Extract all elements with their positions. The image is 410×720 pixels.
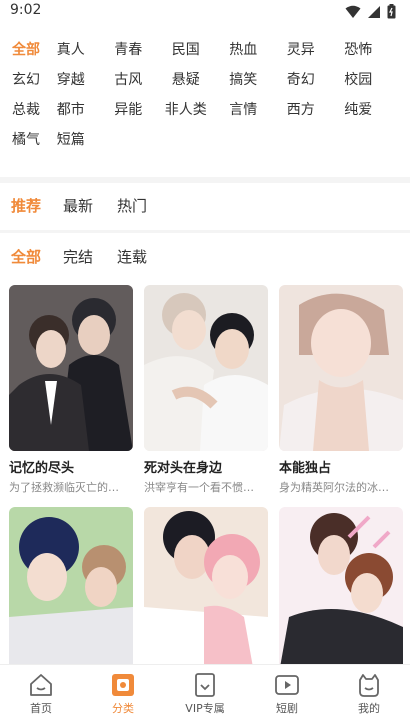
status-time: 9:02	[10, 2, 42, 18]
comic-cover[interactable]	[279, 285, 403, 451]
genre-grid: 全部 真人 青春 民国 热血 灵异 恐怖 玄幻 穿越 古风 悬疑 搞笑 奇幻 校…	[0, 34, 410, 154]
nav-category[interactable]: 分类	[82, 665, 164, 720]
section-divider	[0, 177, 410, 183]
genre-item[interactable]: 异能	[100, 99, 158, 119]
genre-item[interactable]: 搞笑	[215, 69, 273, 89]
status-all[interactable]: 全部	[11, 246, 41, 267]
genre-item[interactable]: 玄幻	[0, 69, 42, 89]
genre-row: 玄幻 穿越 古风 悬疑 搞笑 奇幻 校园	[0, 64, 410, 94]
comic-cover[interactable]	[144, 285, 268, 451]
genre-item[interactable]: 非人类	[157, 99, 215, 119]
comic-desc: 身为精英阿尔法的冰…	[279, 481, 389, 494]
genre-item[interactable]: 悬疑	[157, 69, 215, 89]
genre-row: 橘气 短篇	[0, 124, 410, 154]
comic-card[interactable]	[144, 507, 268, 682]
nav-label: 首页	[30, 702, 52, 715]
comic-title: 记忆的尽头	[9, 461, 75, 476]
genre-item[interactable]: 都市	[42, 99, 100, 119]
comic-card[interactable]: 死对头在身边 洪宰亨有一个看不惯…	[144, 285, 268, 495]
genre-item[interactable]: 言情	[215, 99, 273, 119]
comic-cover[interactable]	[9, 507, 133, 673]
nav-vip[interactable]: VIP专属	[164, 665, 246, 720]
comic-cover[interactable]	[279, 507, 403, 673]
comic-desc: 为了拯救濒临灭亡的…	[9, 481, 119, 494]
section-divider	[0, 230, 410, 233]
battery-icon	[387, 4, 396, 19]
category-icon	[112, 674, 134, 696]
genre-item[interactable]: 古风	[100, 69, 158, 89]
bottom-nav: 首页 分类 VIP专属 短剧 我的	[0, 664, 410, 720]
genre-item[interactable]: 民国	[157, 39, 215, 59]
comic-cover[interactable]	[144, 507, 268, 673]
status-ongoing[interactable]: 连载	[117, 246, 147, 267]
comic-cover[interactable]	[9, 285, 133, 451]
signal-icon	[368, 5, 380, 18]
nav-label: VIP专属	[185, 702, 225, 715]
status-filter-row: 全部 完结 连载	[0, 241, 171, 271]
profile-icon	[359, 674, 379, 697]
comic-card[interactable]: 记忆的尽头 为了拯救濒临灭亡的…	[9, 285, 133, 495]
genre-all[interactable]: 全部	[0, 39, 42, 59]
genre-item[interactable]: 恐怖	[330, 39, 388, 59]
comic-title: 本能独占	[279, 461, 332, 476]
comic-card[interactable]: 本能独占 身为精英阿尔法的冰…	[279, 285, 403, 495]
nav-short-drama[interactable]: 短剧	[246, 665, 328, 720]
play-icon	[275, 675, 299, 695]
sort-filter-row: 推荐 最新 热门	[0, 190, 171, 220]
vip-icon	[195, 673, 215, 697]
home-icon	[30, 674, 52, 696]
genre-item[interactable]: 灵异	[272, 39, 330, 59]
nav-label: 短剧	[276, 702, 298, 715]
comic-card[interactable]	[279, 507, 403, 682]
sort-popular[interactable]: 热门	[117, 195, 147, 216]
genre-item[interactable]: 校园	[330, 69, 388, 89]
comic-desc: 洪宰亨有一个看不惯…	[144, 481, 254, 494]
comic-card[interactable]	[9, 507, 133, 682]
genre-item[interactable]: 穿越	[42, 69, 100, 89]
sort-recommended[interactable]: 推荐	[11, 195, 41, 216]
genre-item[interactable]: 青春	[100, 39, 158, 59]
genre-row: 总裁 都市 异能 非人类 言情 西方 纯爱	[0, 94, 410, 124]
status-bar: 9:02	[0, 0, 410, 24]
nav-mine[interactable]: 我的	[328, 665, 410, 720]
genre-item[interactable]: 橘气	[0, 129, 42, 149]
nav-home[interactable]: 首页	[0, 665, 82, 720]
genre-item[interactable]: 真人	[42, 39, 100, 59]
genre-item[interactable]: 短篇	[42, 129, 100, 149]
genre-item[interactable]: 纯爱	[330, 99, 388, 119]
comic-title: 死对头在身边	[144, 461, 223, 476]
genre-item[interactable]: 热血	[215, 39, 273, 59]
sort-latest[interactable]: 最新	[63, 195, 93, 216]
genre-row: 全部 真人 青春 民国 热血 灵异 恐怖	[0, 34, 410, 64]
status-icons	[345, 4, 396, 19]
wifi-icon	[345, 5, 361, 18]
genre-item[interactable]: 奇幻	[272, 69, 330, 89]
nav-label: 我的	[358, 702, 380, 715]
nav-label: 分类	[112, 702, 134, 715]
status-completed[interactable]: 完结	[63, 246, 93, 267]
genre-item[interactable]: 总裁	[0, 99, 42, 119]
genre-item[interactable]: 西方	[272, 99, 330, 119]
